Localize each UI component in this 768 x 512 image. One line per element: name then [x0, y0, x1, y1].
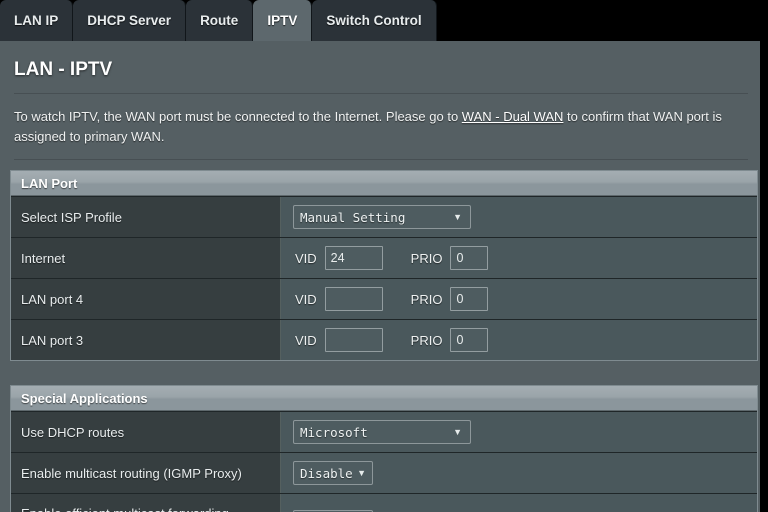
row-igmp-snooping: Enable efficient multicast forwarding (I… [11, 493, 757, 512]
vid-input-internet[interactable] [324, 246, 383, 270]
prio-label-lan-port-3: PRIO [410, 332, 443, 348]
tab-bar: LAN IP DHCP Server Route IPTV Switch Con… [0, 0, 768, 41]
vid-label-lan-port-4: VID [295, 291, 317, 307]
tab-iptv[interactable]: IPTV [253, 0, 313, 41]
value-use-dhcp-routes: Microsoft ▼ [281, 412, 757, 452]
label-lan-port-4: LAN port 4 [11, 279, 281, 319]
igmp-proxy-select-wrap: Disable ▼ [293, 461, 373, 485]
tab-lan-ip[interactable]: LAN IP [0, 0, 74, 41]
prio-label-internet: PRIO [410, 250, 443, 266]
label-select-isp-profile: Select ISP Profile [11, 197, 281, 237]
description-divider [14, 159, 748, 160]
igmp-proxy-select[interactable]: Disable [293, 461, 373, 485]
wan-dual-wan-link[interactable]: WAN - Dual WAN [462, 109, 564, 124]
page-description: To watch IPTV, the WAN port must be conn… [0, 94, 760, 159]
page-title: LAN - IPTV [14, 59, 113, 80]
special-applications-table: Special Applications Use DHCP routes Mic… [10, 385, 758, 512]
description-text-before-link: To watch IPTV, the WAN port must be conn… [14, 109, 462, 124]
vid-input-lan-port-3[interactable] [324, 328, 383, 352]
tab-dhcp-server[interactable]: DHCP Server [73, 0, 187, 41]
tab-route[interactable]: Route [186, 0, 254, 41]
isp-profile-select-wrap: Manual Setting ▼ [293, 205, 471, 229]
tab-switch-control[interactable]: Switch Control [312, 0, 437, 41]
tab-label: IPTV [267, 13, 298, 28]
special-applications-section-title: Special Applications [21, 390, 148, 406]
label-internet: Internet [11, 238, 281, 278]
dhcp-routes-select[interactable]: Microsoft [293, 420, 471, 444]
value-lan-port-4: VID PRIO [281, 279, 757, 319]
row-igmp-proxy: Enable multicast routing (IGMP Proxy) Di… [11, 452, 757, 493]
prio-input-lan-port-3[interactable] [450, 328, 489, 352]
table-gap [0, 361, 760, 375]
lan-port-section-title: LAN Port [21, 175, 78, 191]
row-internet: Internet VID PRIO [11, 237, 757, 278]
row-lan-port-4: LAN port 4 VID PRIO [11, 278, 757, 319]
special-applications-section-header: Special Applications [11, 386, 757, 411]
label-igmp-snooping: Enable efficient multicast forwarding (I… [11, 494, 281, 512]
value-lan-port-3: VID PRIO [281, 320, 757, 360]
value-igmp-snooping: Disable ▼ [281, 494, 757, 512]
isp-profile-select[interactable]: Manual Setting [293, 205, 471, 229]
prio-input-internet[interactable] [450, 246, 489, 270]
row-use-dhcp-routes: Use DHCP routes Microsoft ▼ [11, 411, 757, 452]
row-select-isp-profile: Select ISP Profile Manual Setting ▼ [11, 196, 757, 237]
label-lan-port-3: LAN port 3 [11, 320, 281, 360]
row-lan-port-3: LAN port 3 VID PRIO [11, 319, 757, 360]
vid-label-lan-port-3: VID [295, 332, 317, 348]
vid-input-lan-port-4[interactable] [324, 287, 383, 311]
label-use-dhcp-routes: Use DHCP routes [11, 412, 281, 452]
tab-label: LAN IP [14, 13, 59, 28]
page-content: LAN - IPTV To watch IPTV, the WAN port m… [0, 41, 760, 512]
lan-port-table: LAN Port Select ISP Profile Manual Setti… [10, 170, 758, 361]
value-internet: VID PRIO [281, 238, 757, 278]
vid-label-internet: VID [295, 250, 317, 266]
value-igmp-proxy: Disable ▼ [281, 453, 757, 493]
tab-label: Switch Control [326, 13, 422, 28]
label-igmp-proxy: Enable multicast routing (IGMP Proxy) [11, 453, 281, 493]
lan-port-section-header: LAN Port [11, 171, 757, 196]
prio-label-lan-port-4: PRIO [410, 291, 443, 307]
tab-label: Route [200, 13, 239, 28]
value-select-isp-profile: Manual Setting ▼ [281, 197, 757, 237]
dhcp-routes-select-wrap: Microsoft ▼ [293, 420, 471, 444]
prio-input-lan-port-4[interactable] [450, 287, 489, 311]
tab-label: DHCP Server [87, 13, 172, 28]
